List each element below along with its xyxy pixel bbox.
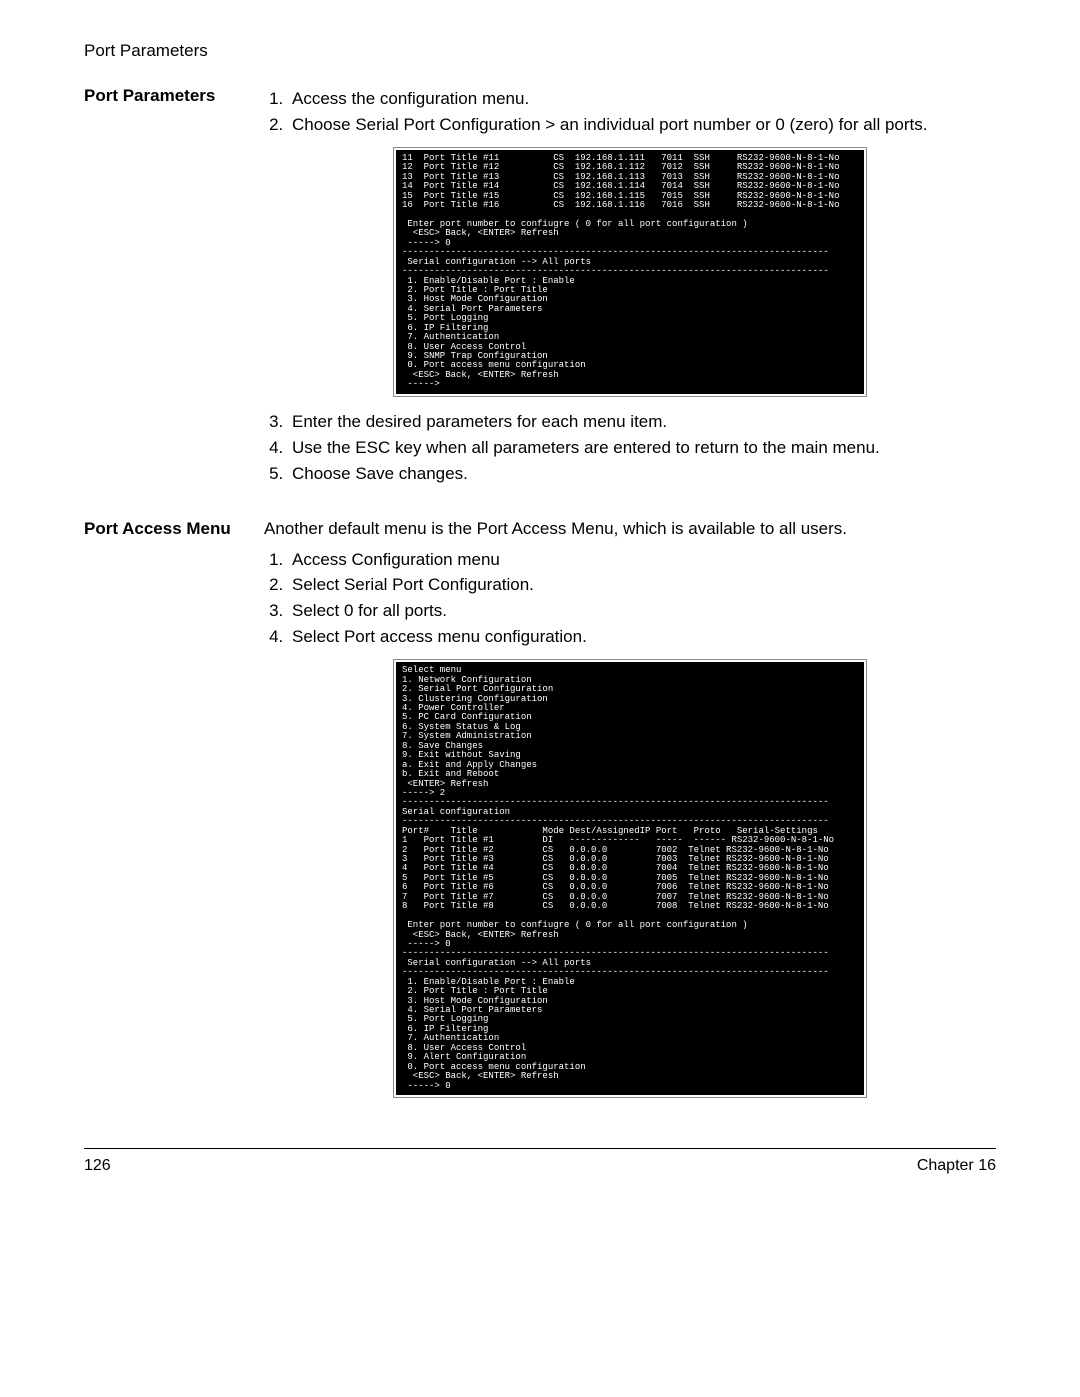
terminal-serial-config: 11 Port Title #11 CS 192.168.1.111 7011 … (396, 150, 864, 394)
terminal-frame: Select menu 1. Network Configuration 2. … (393, 659, 867, 1098)
list-item: Use the ESC key when all parameters are … (288, 437, 996, 460)
terminal-frame: 11 Port Title #11 CS 192.168.1.111 7011 … (393, 147, 867, 397)
list-item: Choose Save changes. (288, 463, 996, 486)
list-item: Enter the desired parameters for each me… (288, 411, 996, 434)
list-item: Access Configuration menu (288, 549, 996, 572)
port-access-intro: Another default menu is the Port Access … (264, 518, 996, 541)
port-parameters-steps-a: Access the configuration menu. Choose Se… (264, 88, 996, 137)
chapter-label: Chapter 16 (917, 1155, 996, 1177)
port-access-steps: Access Configuration menu Select Serial … (264, 549, 996, 650)
list-item: Choose Serial Port Configuration > an in… (288, 114, 996, 137)
list-item: Access the configuration menu. (288, 88, 996, 111)
page-number: 126 (84, 1155, 111, 1177)
port-parameters-steps-b: Enter the desired parameters for each me… (264, 411, 996, 486)
footer-rule (84, 1148, 996, 1149)
section-title-port-access-menu: Port Access Menu (84, 518, 264, 541)
list-item: Select 0 for all ports. (288, 600, 996, 623)
section-title-port-parameters: Port Parameters (84, 85, 264, 108)
list-item: Select Serial Port Configuration. (288, 574, 996, 597)
running-head: Port Parameters (84, 40, 996, 63)
list-item: Select Port access menu configuration. (288, 626, 996, 649)
terminal-select-menu: Select menu 1. Network Configuration 2. … (396, 662, 864, 1095)
